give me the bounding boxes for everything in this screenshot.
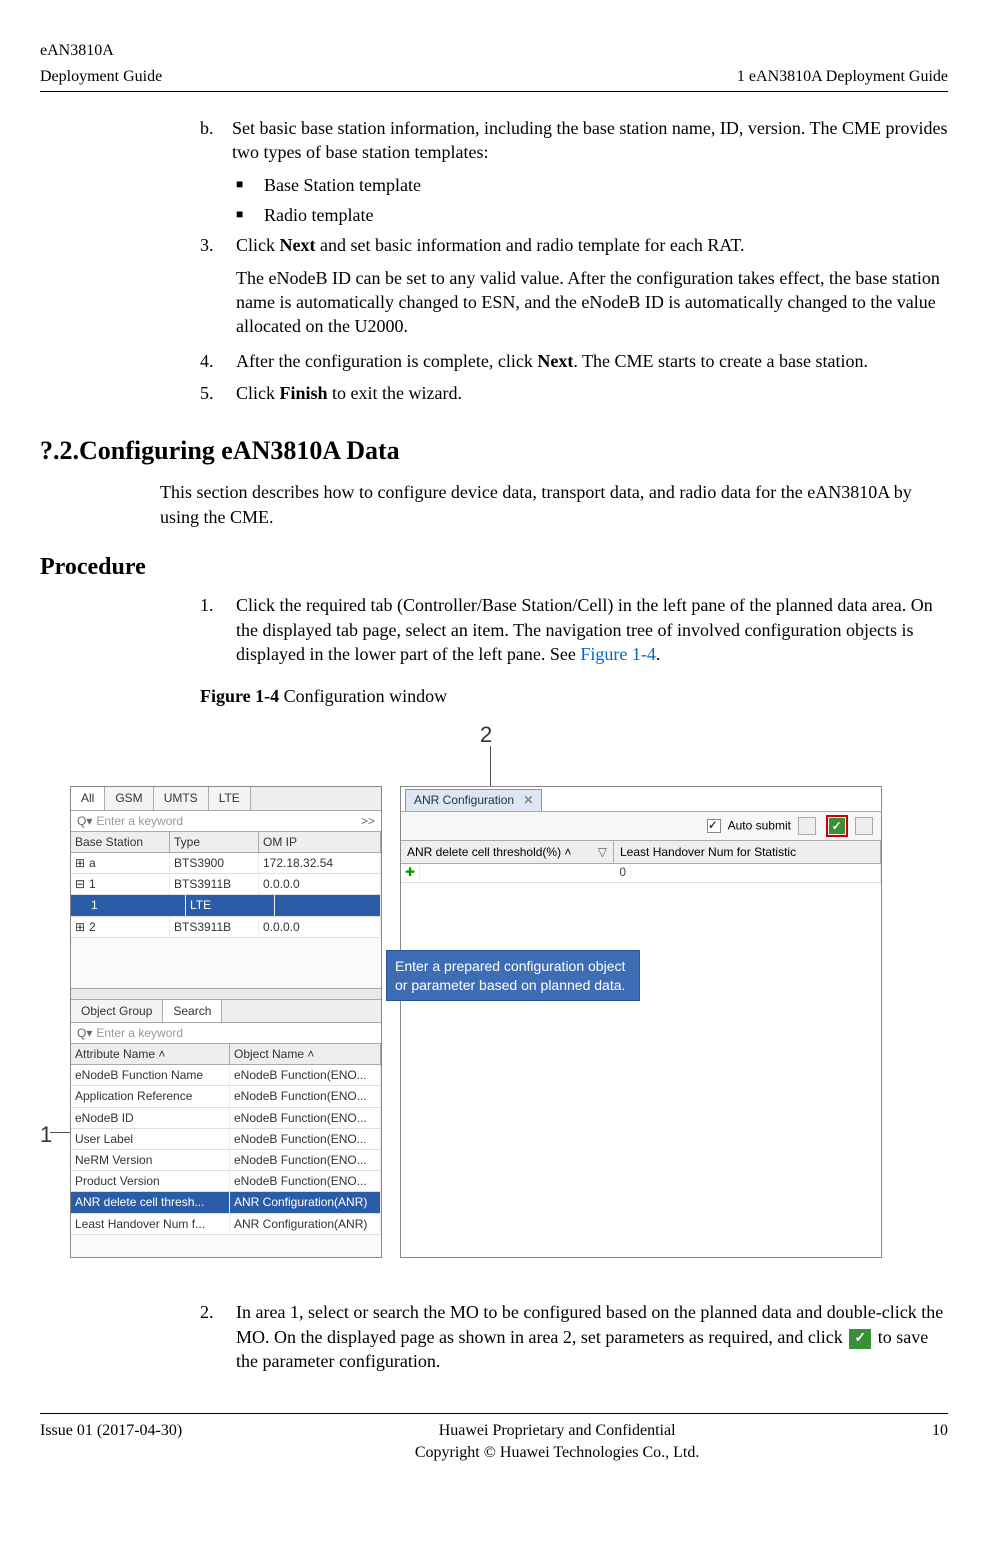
left-panel: All GSM UMTS LTE Q▾ Enter a keyword >> B… [70,786,382,1258]
footer-page-number: 10 [932,1420,948,1463]
figure-caption: Figure 1-4 Configuration window [200,684,948,708]
list-marker-3: 3. [200,233,236,257]
figure-link[interactable]: Figure 1-4 [580,644,656,664]
table-row[interactable]: Product VersioneNodeB Function(ENO... [71,1171,381,1192]
header-left-top: eAN3810A [40,40,114,62]
callout-number-1: 1 [40,1120,52,1150]
arrow-line-icon [50,1132,70,1133]
table-row[interactable]: ✚ 0 [401,864,881,883]
col-type[interactable]: Type [170,832,259,852]
header-left-bottom: Deployment Guide [40,66,162,88]
tab-all[interactable]: All [71,787,105,809]
add-row-icon[interactable]: ✚ [401,864,420,882]
sort-icon[interactable]: ▽ [598,844,607,860]
tab-umts[interactable]: UMTS [154,787,209,809]
search-input[interactable]: Enter a keyword [96,813,361,829]
search-input-lower[interactable]: Enter a keyword [96,1025,375,1041]
table-row-selected[interactable]: 1 LTE [71,895,381,916]
list-marker-2: 2. [200,1300,236,1373]
col-object-name[interactable]: Object Name ˄ [230,1044,381,1064]
tree-collapse-icon[interactable]: ⊟ [75,876,85,886]
list-marker-5: 5. [200,381,236,405]
list-marker-4: 4. [200,349,236,373]
footer-center-2: Copyright © Huawei Technologies Co., Ltd… [415,1444,699,1461]
list-marker-b: b. [200,116,232,165]
bullet-radio-template: Radio template [264,203,373,227]
figure-caption-bold: Figure 1-4 [200,686,279,706]
tooltip-callout: Enter a prepared configuration object or… [386,950,640,1000]
proc-step2-text-a: In area 1, select or search the MO to be… [236,1302,943,1346]
item-b-text: Set basic base station information, incl… [232,116,948,165]
step3-pre: Click [236,235,280,255]
right-panel: ANR Configuration ✕ Auto submit ✓ ANR de… [400,786,882,1258]
tab-anr-configuration[interactable]: ANR Configuration ✕ [405,789,542,810]
expand-icon[interactable]: >> [361,813,375,829]
table-row[interactable]: Application ReferenceeNodeB Function(ENO… [71,1086,381,1107]
close-icon[interactable]: ✕ [523,793,533,807]
splitter-bar[interactable] [71,988,381,1000]
table-row[interactable]: eNodeB Function NameeNodeB Function(ENO.… [71,1065,381,1086]
cell-value[interactable]: 0 [420,864,631,882]
footer-center-1: Huawei Proprietary and Confidential [439,1422,676,1439]
toolbar-icon[interactable] [855,817,873,835]
step5-post: to exit the wizard. [328,383,462,403]
table-row-selected[interactable]: ANR delete cell thresh...ANR Configurati… [71,1192,381,1213]
tree-expand-icon[interactable]: ⊞ [75,919,85,929]
figure-1-4: 2 1 All GSM UMTS LTE Q▾ Enter a keyword … [40,720,948,1280]
bullet-base-station-template: Base Station template [264,173,421,197]
col-attribute-name[interactable]: Attribute Name ˄ [71,1044,230,1064]
step3-bold: Next [280,235,316,255]
table-row[interactable]: ⊟1 BTS3911B 0.0.0.0 [71,874,381,895]
tree-expand-icon[interactable]: ⊞ [75,855,85,865]
table-row[interactable]: Least Handover Num f...ANR Configuration… [71,1214,381,1235]
search-icon[interactable]: Q▾ [77,813,92,829]
auto-submit-label: Auto submit [728,818,791,832]
table-row[interactable]: User LabeleNodeB Function(ENO... [71,1129,381,1150]
step4-bold: Next [537,351,573,371]
procedure-heading: Procedure [40,551,948,583]
save-check-icon[interactable]: ✓ [829,818,845,834]
table-row[interactable]: ⊞2 BTS3911B 0.0.0.0 [71,917,381,938]
checkbox-auto-submit[interactable] [707,819,721,833]
tab-search[interactable]: Search [163,1000,222,1022]
page-footer: Issue 01 (2017-04-30) Huawei Proprietary… [40,1413,948,1463]
save-check-icon: ✓ [849,1329,871,1349]
tab-lte[interactable]: LTE [209,787,251,809]
tab-object-group[interactable]: Object Group [71,1000,163,1022]
square-bullet-icon: ■ [236,203,264,227]
section-heading-configuring-data: ?.2.Configuring eAN3810A Data [40,433,948,468]
section2-para: This section describes how to configure … [160,480,948,529]
arrow-line-icon [490,746,491,786]
step5-bold: Finish [280,383,328,403]
step3-post: and set basic information and radio temp… [315,235,744,255]
table-row[interactable]: eNodeB IDeNodeB Function(ENO... [71,1108,381,1129]
table-row[interactable]: NeRM VersioneNodeB Function(ENO... [71,1150,381,1171]
step5-pre: Click [236,383,280,403]
search-icon[interactable]: Q▾ [77,1025,92,1041]
content-block: b. Set basic base station information, i… [200,116,948,405]
toolbar-icon[interactable] [798,817,816,835]
footer-left: Issue 01 (2017-04-30) [40,1420,182,1463]
proc-step1-post: . [656,644,661,664]
page-header: eAN3810A Deployment Guide 1 eAN3810A Dep… [40,40,948,92]
save-highlight-box: ✓ [826,815,848,837]
square-bullet-icon: ■ [236,173,264,197]
step3-para: The eNodeB ID can be set to any valid va… [236,266,948,339]
tab-gsm[interactable]: GSM [105,787,153,809]
header-right: 1 eAN3810A Deployment Guide [737,66,948,88]
col-least-handover[interactable]: Least Handover Num for Statistic [614,841,881,863]
table-row[interactable]: ⊞a BTS3900 172.18.32.54 [71,853,381,874]
col-anr-threshold[interactable]: ANR delete cell threshold(%) ˄▽ [401,841,614,863]
step4-pre: After the configuration is complete, cli… [236,351,537,371]
list-marker-1: 1. [200,593,236,666]
col-om-ip[interactable]: OM IP [259,832,381,852]
figure-caption-rest: Configuration window [279,686,447,706]
step4-post: . The CME starts to create a base statio… [573,351,868,371]
col-base-station[interactable]: Base Station [71,832,170,852]
